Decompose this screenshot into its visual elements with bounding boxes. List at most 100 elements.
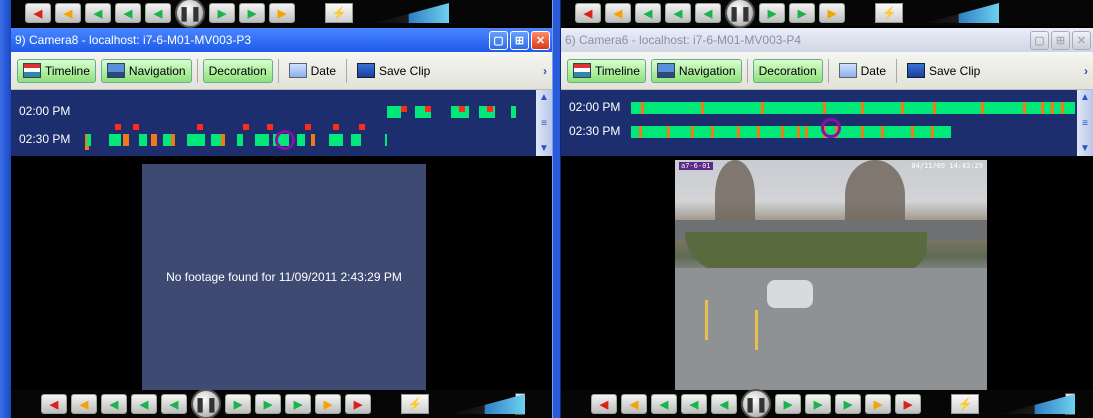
rewind-start-button[interactable]: ◀ — [41, 394, 67, 414]
pause-button[interactable]: ❚❚ — [175, 0, 205, 28]
step-back-button[interactable]: ◀ — [85, 3, 111, 23]
pause-button[interactable]: ❚❚ — [741, 389, 771, 418]
date-label: Date — [860, 63, 886, 78]
save-clip-button[interactable]: Save Clip — [902, 59, 985, 83]
timeline-segment — [1061, 102, 1064, 114]
volume-slider[interactable] — [451, 394, 525, 414]
timeline-button[interactable]: Timeline — [17, 58, 96, 83]
timeline-segment — [823, 102, 826, 114]
toolbar-overflow-button[interactable]: › — [538, 59, 552, 83]
timeline-segment — [329, 134, 343, 146]
back-button[interactable]: ◀ — [161, 394, 187, 414]
rewind-start-button[interactable]: ◀ — [575, 3, 601, 23]
back-button[interactable]: ◀ — [145, 3, 171, 23]
forward-button[interactable]: ▶ — [759, 3, 785, 23]
timeline-segment — [311, 134, 315, 146]
maximize-button[interactable]: ▢ — [489, 30, 508, 50]
step-back-button[interactable]: ◀ — [651, 394, 677, 414]
timeline-button[interactable]: Timeline — [567, 58, 646, 83]
rewind-start-button[interactable]: ◀ — [591, 394, 617, 414]
timeline-row[interactable]: 02:30 PM — [561, 122, 1077, 140]
navigation-button[interactable]: Navigation — [650, 58, 742, 83]
prev-event-button[interactable]: ◀ — [71, 394, 97, 414]
step-back2-button[interactable]: ◀ — [115, 3, 141, 23]
toolbar-overflow-button[interactable]: › — [1079, 59, 1093, 83]
timeline-segment — [933, 102, 936, 114]
step-forward-button[interactable]: ▶ — [789, 3, 815, 23]
toolbar-separator — [896, 58, 897, 83]
timeline-segment — [631, 102, 1075, 114]
playhead-marker[interactable] — [821, 118, 841, 138]
decoration-button[interactable]: Decoration — [752, 58, 823, 83]
pane-title-bar[interactable]: 6) Camera6 - localhost: i7-6-M01-MV003-P… — [561, 28, 1093, 52]
tool-button[interactable]: ⚡ — [325, 3, 353, 23]
timeline-row[interactable]: 02:00 PM — [561, 98, 1077, 116]
next-event-button[interactable]: ▶ — [269, 3, 295, 23]
tool-button[interactable]: ⚡ — [401, 394, 429, 414]
rewind-start-button[interactable]: ◀ — [25, 3, 51, 23]
navigation-button[interactable]: Navigation — [100, 58, 192, 83]
timeline-icon — [573, 63, 591, 78]
playhead-marker[interactable] — [275, 130, 295, 150]
date-icon — [288, 63, 307, 78]
next-event-button[interactable]: ▶ — [865, 394, 891, 414]
back-button[interactable]: ◀ — [711, 394, 737, 414]
pane-title-bar[interactable]: 9) Camera8 - localhost: i7-6-M01-MV003-P… — [11, 28, 552, 52]
chevron-right-icon: › — [543, 63, 547, 78]
forward-end-button[interactable]: ▶ — [895, 394, 921, 414]
bottom-player-controls: ◀ ◀ ◀ ◀ ◀ ❚❚ ▶ ▶ ▶ ▶ ▶ ⚡ — [561, 389, 1093, 418]
timeline-panel[interactable]: 02:00 PM 02:30 PM ▲ ≡ ▼ — [11, 90, 552, 156]
close-button[interactable]: ✕ — [1072, 30, 1091, 50]
forward-button[interactable]: ▶ — [775, 394, 801, 414]
step-back2-button[interactable]: ◀ — [131, 394, 157, 414]
timeline-segment — [861, 126, 864, 138]
maximize-button[interactable]: ▢ — [1030, 30, 1049, 50]
prev-event-button[interactable]: ◀ — [621, 394, 647, 414]
forward-button[interactable]: ▶ — [225, 394, 251, 414]
pane-splitter[interactable] — [552, 0, 561, 418]
video-area[interactable]: a7-6-01 04/11/09 14:43:29 — [561, 156, 1093, 390]
forward-button[interactable]: ▶ — [209, 3, 235, 23]
forward-end-button[interactable]: ▶ — [345, 394, 371, 414]
prev-event-button[interactable]: ◀ — [55, 3, 81, 23]
step-forward-button[interactable]: ▶ — [805, 394, 831, 414]
step-forward2-button[interactable]: ▶ — [285, 394, 311, 414]
timeline-segment — [641, 102, 644, 114]
timeline-segment — [1023, 102, 1026, 114]
decoration-button[interactable]: Decoration — [202, 58, 273, 83]
volume-slider[interactable] — [1001, 394, 1075, 414]
pause-button[interactable]: ❚❚ — [725, 0, 755, 28]
pin-button[interactable]: ⊞ — [510, 30, 529, 50]
timeline-segment — [881, 126, 884, 138]
timeline-scrollbar[interactable]: ▲ ≡ ▼ — [1077, 90, 1093, 156]
timeline-segment — [387, 106, 401, 118]
date-button[interactable]: Date — [834, 59, 891, 83]
back-button[interactable]: ◀ — [695, 3, 721, 23]
timeline-row[interactable]: 02:30 PM — [11, 124, 536, 150]
step-forward2-button[interactable]: ▶ — [835, 394, 861, 414]
camera-feed-image: a7-6-01 04/11/09 14:43:29 — [675, 160, 987, 390]
pin-button[interactable]: ⊞ — [1051, 30, 1070, 50]
pause-button[interactable]: ❚❚ — [191, 389, 221, 418]
date-button[interactable]: Date — [284, 59, 341, 83]
pause-icon: ❚❚ — [744, 395, 768, 412]
timeline-row[interactable]: 02:00 PM — [11, 102, 536, 120]
volume-slider[interactable] — [375, 3, 449, 23]
step-forward-button[interactable]: ▶ — [239, 3, 265, 23]
save-clip-button[interactable]: Save Clip — [352, 59, 435, 83]
close-button[interactable]: ✕ — [531, 30, 550, 50]
prev-event-button[interactable]: ◀ — [605, 3, 631, 23]
step-forward-button[interactable]: ▶ — [255, 394, 281, 414]
next-event-button[interactable]: ▶ — [819, 3, 845, 23]
step-back-button[interactable]: ◀ — [635, 3, 661, 23]
tool-button[interactable]: ⚡ — [951, 394, 979, 414]
volume-slider[interactable] — [925, 3, 999, 23]
video-area[interactable]: No footage found for 11/09/2011 2:43:29 … — [11, 156, 552, 390]
timeline-panel[interactable]: 02:00 PM 02:30 PM ▲ ≡ ▼ — [561, 90, 1093, 156]
next-event-button[interactable]: ▶ — [315, 394, 341, 414]
tool-button[interactable]: ⚡ — [875, 3, 903, 23]
step-back2-button[interactable]: ◀ — [681, 394, 707, 414]
timeline-scrollbar[interactable]: ▲ ≡ ▼ — [536, 90, 552, 156]
step-back2-button[interactable]: ◀ — [665, 3, 691, 23]
step-back-button[interactable]: ◀ — [101, 394, 127, 414]
